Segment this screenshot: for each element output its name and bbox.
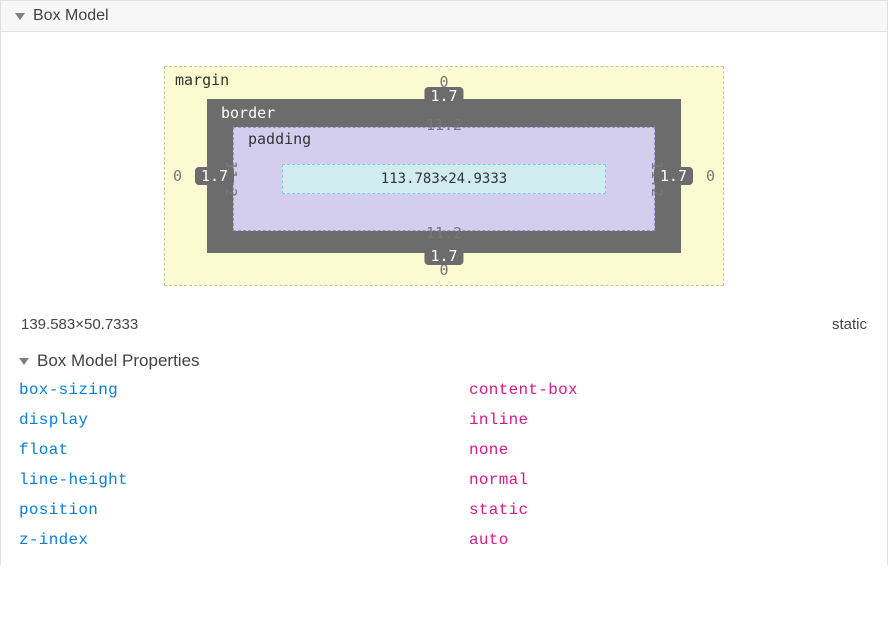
- border-top-value[interactable]: 1.7: [424, 87, 463, 105]
- properties-list: box-sizing content-box display inline fl…: [19, 375, 869, 555]
- margin-left-value[interactable]: 0: [173, 167, 182, 185]
- chevron-down-icon: [15, 13, 25, 20]
- chevron-down-icon: [19, 358, 29, 365]
- box-model-body: margin 0 0 0 0 border 1.7 1.7 1.7 1.7 pa…: [1, 32, 887, 565]
- box-model-properties-header[interactable]: Box Model Properties: [19, 347, 869, 375]
- border-left-value[interactable]: 1.7: [195, 167, 234, 185]
- property-row[interactable]: line-height normal: [19, 465, 869, 495]
- property-row[interactable]: box-sizing content-box: [19, 375, 869, 405]
- section-title: Box Model: [33, 7, 109, 25]
- property-value: none: [469, 441, 509, 459]
- property-name: line-height: [19, 471, 469, 489]
- property-value: inline: [469, 411, 528, 429]
- element-summary: 139.583×50.7333 static: [19, 296, 869, 347]
- border-right-value[interactable]: 1.7: [654, 167, 693, 185]
- property-row[interactable]: display inline: [19, 405, 869, 435]
- element-dimensions: 139.583×50.7333: [21, 316, 138, 333]
- box-model-panel: Box Model margin 0 0 0 0 border 1.7 1.7 …: [0, 0, 888, 565]
- element-position-mode: static: [832, 316, 867, 333]
- property-name: float: [19, 441, 469, 459]
- padding-label: padding: [248, 130, 311, 148]
- border-bottom-value[interactable]: 1.7: [424, 247, 463, 265]
- box-model-diagram: margin 0 0 0 0 border 1.7 1.7 1.7 1.7 pa…: [19, 46, 869, 296]
- property-value: content-box: [469, 381, 578, 399]
- margin-label: margin: [175, 71, 229, 89]
- property-name: display: [19, 411, 469, 429]
- property-value: normal: [469, 471, 528, 489]
- property-value: static: [469, 501, 528, 519]
- content-dimensions: 113.783×24.9333: [381, 171, 507, 187]
- property-name: position: [19, 501, 469, 519]
- margin-region[interactable]: margin 0 0 0 0 border 1.7 1.7 1.7 1.7 pa…: [164, 66, 724, 286]
- property-name: z-index: [19, 531, 469, 549]
- margin-right-value[interactable]: 0: [706, 167, 715, 185]
- content-region[interactable]: 113.783×24.9333: [282, 164, 606, 194]
- property-value: auto: [469, 531, 509, 549]
- property-name: box-sizing: [19, 381, 469, 399]
- border-label: border: [221, 104, 275, 122]
- property-row[interactable]: position static: [19, 495, 869, 525]
- properties-title: Box Model Properties: [37, 351, 200, 371]
- property-row[interactable]: float none: [19, 435, 869, 465]
- padding-bottom-value[interactable]: 11.2: [426, 224, 462, 242]
- border-region[interactable]: border 1.7 1.7 1.7 1.7 padding 11.2 11.2…: [207, 99, 681, 253]
- box-model-header[interactable]: Box Model: [1, 1, 887, 32]
- padding-region[interactable]: padding 11.2 11.2 11.2 11.2 113.783×24.9…: [233, 127, 655, 231]
- property-row[interactable]: z-index auto: [19, 525, 869, 555]
- padding-top-value[interactable]: 11.2: [426, 116, 462, 134]
